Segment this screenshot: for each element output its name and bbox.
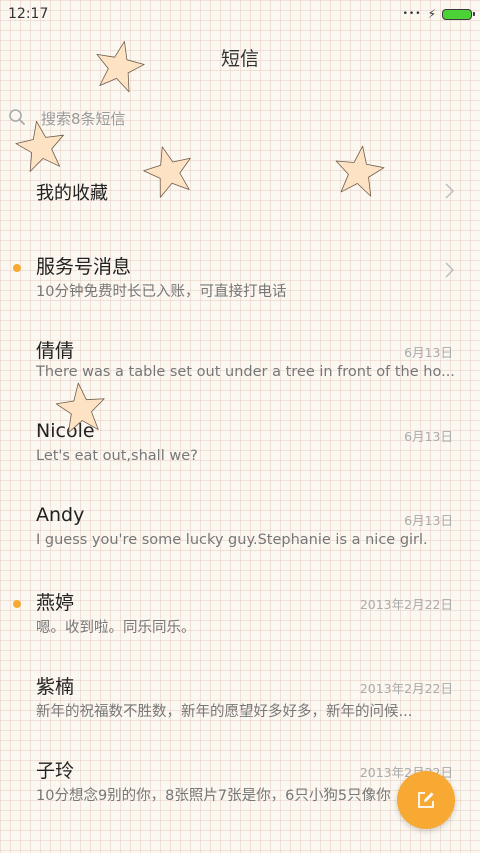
conversation-row[interactable]: Andy 6月13日 I guess you're some lucky guy… <box>0 504 480 588</box>
conversation-name: Andy <box>36 504 85 526</box>
star-decoration-icon <box>15 120 64 172</box>
favorites-label: 我的收藏 <box>36 183 108 204</box>
conversation-preview: 新年的祝福数不胜数，新年的愿望好多好多，新年的问候... <box>36 704 413 720</box>
star-decoration-icon <box>96 41 145 93</box>
chevron-right-icon <box>445 183 454 199</box>
battery-icon <box>442 8 475 20</box>
page-title: 短信 <box>220 48 259 70</box>
conversation-date: 2013年2月22日 <box>359 597 453 612</box>
conversation-preview: 10分钟免费时长已入账，可直接打电话 <box>36 284 287 300</box>
conversation-preview: There was a table set out under a tree i… <box>36 364 455 380</box>
unread-dot <box>13 264 21 272</box>
conversation-preview: Let's eat out,shall we? <box>36 448 198 464</box>
conversation-row[interactable]: 紫楠 2013年2月22日 新年的祝福数不胜数，新年的愿望好多好多，新年的问候.… <box>0 672 480 756</box>
conversation-preview: 10分想念9别的你，8张照片7张是你，6只小狗5只像你 <box>36 788 391 804</box>
conversation-preview: I guess you're some lucky guy.Stephanie … <box>36 532 428 548</box>
status-bar: 12:17 ••• ⚡ <box>0 0 480 28</box>
conversation-date: 2013年2月22日 <box>359 681 453 696</box>
compose-button[interactable] <box>397 771 455 829</box>
conversation-date: 6月13日 <box>404 513 453 528</box>
conversation-name: 紫楠 <box>36 676 75 698</box>
conversation-name: 倩倩 <box>36 340 75 362</box>
conversation-name: 服务号消息 <box>36 256 132 278</box>
conversation-name: 燕婷 <box>36 592 75 614</box>
star-decoration-icon <box>55 382 105 434</box>
signal-icon: ••• <box>402 9 422 19</box>
status-time: 12:17 <box>8 6 49 22</box>
chevron-right-icon <box>445 262 454 278</box>
conversation-preview: 嗯。收到啦。同乐同乐。 <box>36 620 196 636</box>
conversation-row[interactable]: 燕婷 2013年2月22日 嗯。收到啦。同乐同乐。 <box>0 588 480 672</box>
star-decoration-icon <box>143 146 191 198</box>
conversation-row-service[interactable]: 服务号消息 10分钟免费时长已入账，可直接打电话 <box>0 252 480 336</box>
conversation-date: 6月13日 <box>404 429 453 444</box>
unread-dot <box>13 600 21 608</box>
status-icons: ••• ⚡ <box>402 7 475 21</box>
compose-icon <box>418 792 434 808</box>
conversation-name: 子玲 <box>36 760 75 782</box>
star-decoration-icon <box>335 145 385 197</box>
search-bar[interactable]: 搜索8条短信 <box>8 106 468 132</box>
conversation-date: 6月13日 <box>404 345 453 360</box>
favorites-row[interactable]: 我的收藏 <box>0 168 480 214</box>
charging-icon: ⚡ <box>427 7 436 21</box>
